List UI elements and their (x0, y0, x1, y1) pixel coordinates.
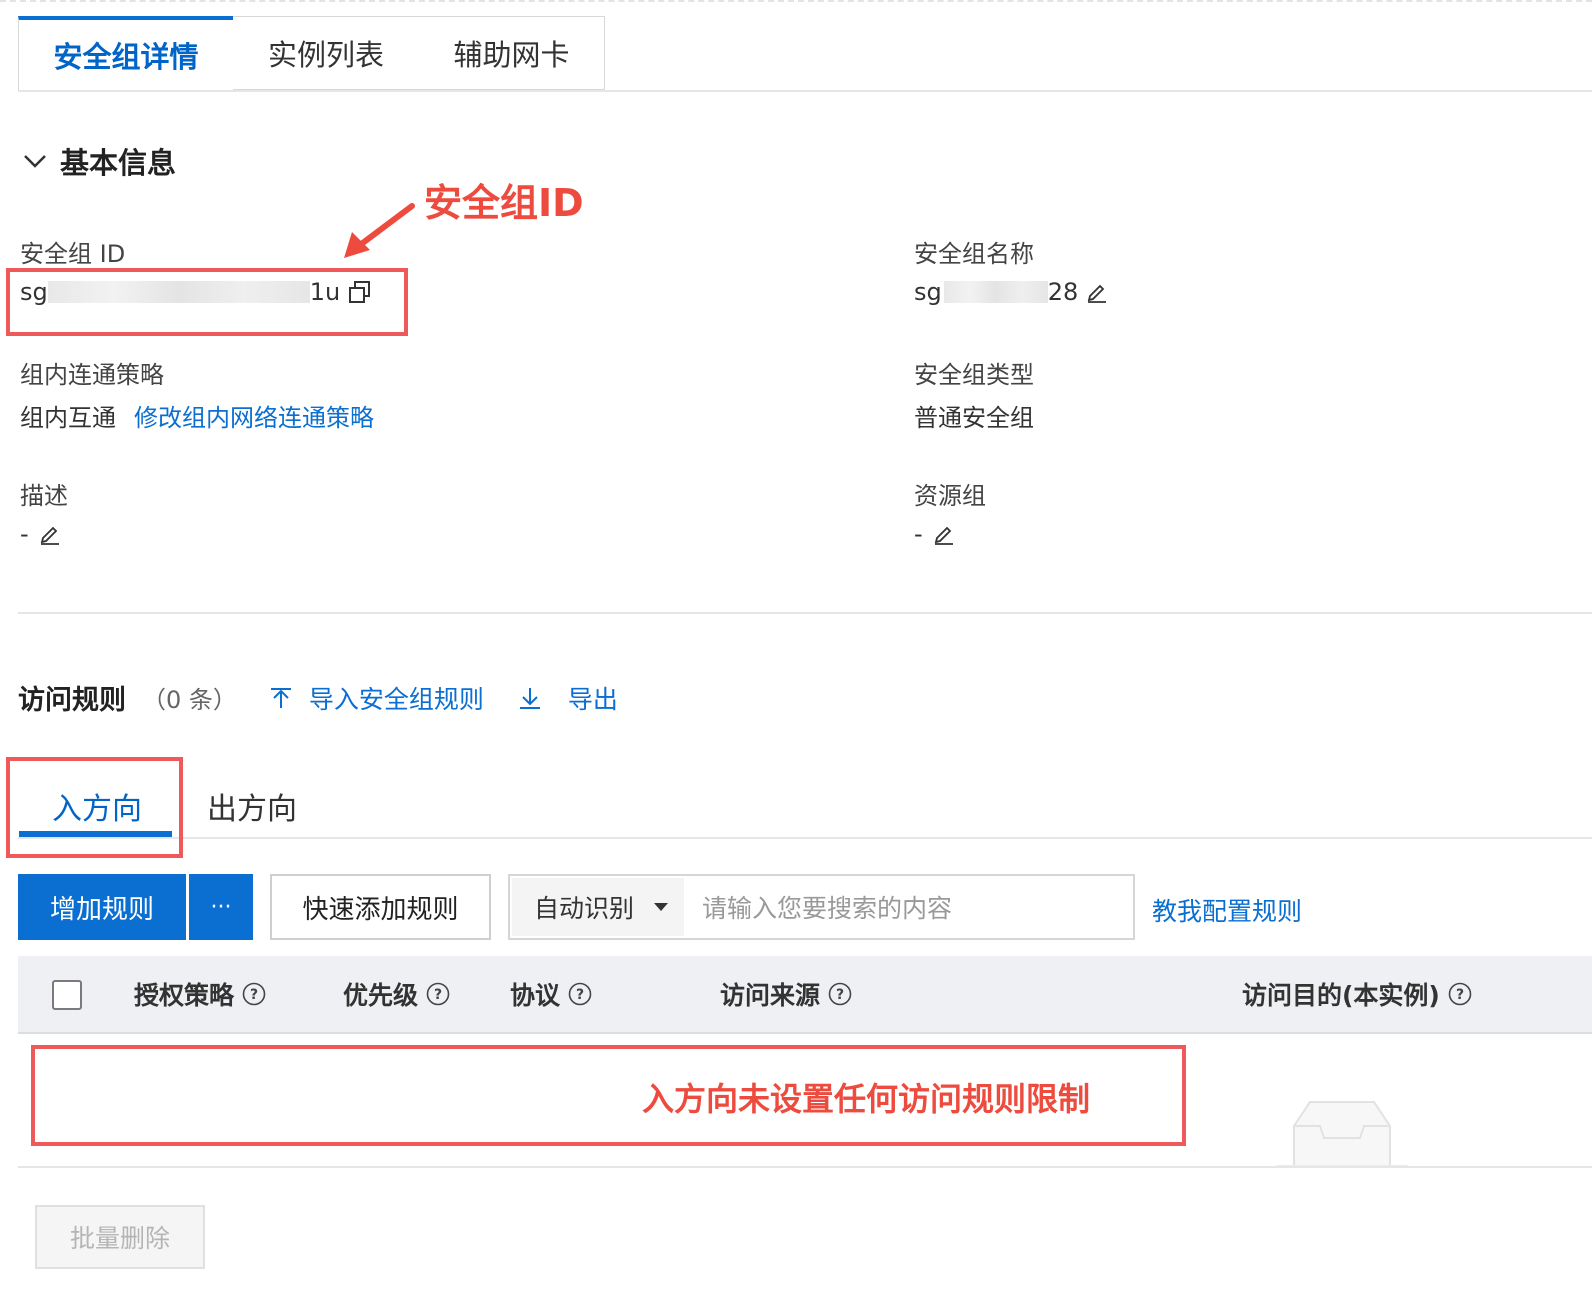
search-type-value: 自动识别 (534, 894, 635, 923)
help-icon[interactable]: ? (1448, 982, 1472, 1006)
edit-pencil-icon[interactable] (39, 523, 61, 545)
policy-label: 组内连通策略 (20, 361, 164, 389)
caret-down-icon (654, 903, 669, 911)
description-value-row: - (20, 520, 61, 548)
help-icon[interactable]: ? (568, 982, 592, 1006)
svg-text:?: ? (1456, 987, 1464, 1003)
edit-pencil-icon[interactable] (933, 523, 955, 545)
table-bottom-border (18, 1166, 1592, 1168)
sg-id-label: 安全组 ID (20, 240, 126, 268)
export-button[interactable]: 导出 (518, 680, 618, 716)
svg-text:?: ? (576, 987, 584, 1003)
download-icon (519, 687, 540, 709)
section-divider (18, 612, 1592, 614)
annotation-box-inbound (6, 757, 183, 858)
svg-text:?: ? (836, 987, 844, 1003)
resource-group-value: - (914, 520, 923, 548)
annotation-empty-rules: 入方向未设置任何访问规则限制 (642, 1080, 1091, 1118)
empty-box-icon (1276, 1101, 1408, 1167)
edit-pencil-icon[interactable] (1086, 281, 1108, 303)
tab-instance-list[interactable]: 实例列表 (233, 16, 420, 90)
help-icon[interactable]: ? (426, 982, 450, 1006)
access-rules-title: 访问规则 (18, 685, 126, 716)
tab-outbound[interactable]: 出方向 (207, 784, 297, 828)
chevron-down-icon (24, 155, 46, 168)
column-source: 访问来源 ? (720, 976, 852, 1012)
subtabs-baseline (18, 837, 1592, 839)
export-label: 导出 (567, 684, 618, 714)
description-label: 描述 (20, 482, 68, 510)
redacted-blur (943, 281, 1048, 303)
sg-name-suffix: 28 (1047, 278, 1079, 306)
policy-value: 组内互通 (20, 404, 116, 432)
sg-type-value: 普通安全组 (914, 404, 1034, 432)
sg-name-value: sg 28 (914, 278, 1108, 306)
help-icon[interactable]: ? (828, 982, 852, 1006)
description-value: - (20, 520, 29, 548)
column-protocol: 协议 ? (510, 976, 592, 1012)
sg-name-prefix: sg (914, 278, 942, 306)
annotation-box-sg-id (6, 268, 408, 336)
add-rule-button[interactable]: 增加规则 (18, 874, 186, 940)
column-label: 访问来源 (720, 981, 821, 1010)
policy-value-row: 组内互通 修改组内网络连通策略 (20, 398, 374, 433)
column-label: 访问目的(本实例) (1242, 981, 1440, 1010)
resource-group-value-row: - (914, 520, 955, 548)
search-box: 自动识别 (508, 874, 1144, 940)
access-rules-count: （0 条） (142, 686, 237, 714)
teach-config-rules-link[interactable]: 教我配置规则 (1152, 892, 1302, 928)
column-label: 协议 (510, 981, 561, 1010)
sg-name-label: 安全组名称 (914, 240, 1034, 268)
select-all-checkbox[interactable] (52, 980, 82, 1010)
column-label: 优先级 (343, 981, 419, 1010)
rules-table-header: 授权策略 ? 优先级 ? 协议 ? 访问来源 ? 访问目的(本实例) ? (18, 956, 1592, 1034)
svg-text:?: ? (250, 987, 258, 1003)
quick-add-rule-button[interactable]: 快速添加规则 (270, 874, 491, 940)
top-dashed-border (0, 0, 1592, 2)
sg-type-label: 安全组类型 (914, 361, 1034, 389)
column-auth-policy: 授权策略 ? (134, 976, 266, 1012)
basic-info-title: 基本信息 (60, 146, 177, 180)
modify-policy-link[interactable]: 修改组内网络连通策略 (134, 398, 374, 433)
svg-text:?: ? (434, 987, 442, 1003)
search-type-select[interactable]: 自动识别 (512, 878, 684, 936)
column-priority: 优先级 ? (343, 976, 450, 1012)
basic-info-header[interactable]: 基本信息 (20, 140, 176, 182)
search-input[interactable] (690, 878, 1144, 938)
tab-sg-details[interactable]: 安全组详情 (18, 16, 234, 90)
batch-delete-button[interactable]: 批量删除 (35, 1205, 205, 1269)
import-icon (270, 687, 291, 708)
annotation-sg-id: 安全组ID (424, 181, 584, 225)
access-rules-header: 访问规则 （0 条） 导入安全组规则 导出 (18, 678, 652, 717)
help-icon[interactable]: ? (242, 982, 266, 1006)
import-rules-button[interactable]: 导入安全组规则 (269, 680, 484, 716)
column-label: 授权策略 (134, 981, 235, 1010)
annotation-arrow-icon (344, 203, 415, 258)
resource-group-label: 资源组 (914, 482, 986, 510)
tab-secondary-eni[interactable]: 辅助网卡 (419, 16, 605, 90)
import-rules-label: 导入安全组规则 (308, 684, 484, 714)
column-destination: 访问目的(本实例) ? (1242, 976, 1472, 1012)
more-actions-button[interactable]: ··· (189, 874, 253, 940)
